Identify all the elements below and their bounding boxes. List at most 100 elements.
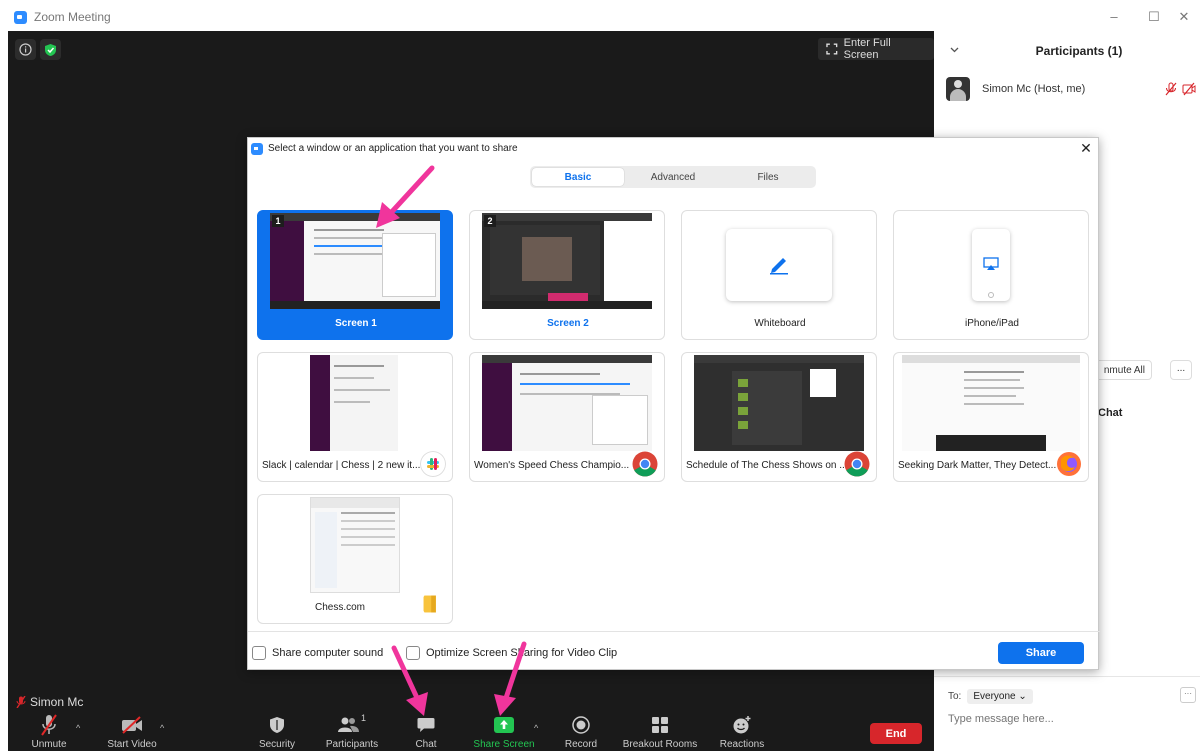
mic-muted-icon[interactable]: [1164, 82, 1178, 96]
enter-full-screen-button[interactable]: Enter Full Screen: [818, 37, 934, 61]
whiteboard-card: [726, 229, 832, 301]
airplay-icon: [983, 257, 999, 270]
share-tile-whiteboard[interactable]: Whiteboard: [681, 210, 877, 340]
share-sound-checkbox[interactable]: [252, 646, 266, 660]
chat-icon: [417, 713, 435, 737]
chrome-1-thumbnail: [482, 355, 652, 451]
reactions-label: Reactions: [719, 739, 765, 750]
pencil-icon: [770, 258, 788, 275]
window-title: Zoom Meeting: [34, 10, 111, 24]
participant-row[interactable]: Simon Mc (Host, me): [946, 77, 1196, 101]
minimize-button[interactable]: –: [1102, 8, 1126, 26]
recipient-select[interactable]: Everyone ⌄: [967, 689, 1033, 704]
end-meeting-button[interactable]: End: [870, 723, 922, 744]
chrome-icon: [844, 451, 870, 477]
meeting-toolbar: Unmute ^ Start Video ^ Security 1 Partic…: [8, 711, 934, 751]
video-off-icon: [120, 713, 144, 737]
chat-message-input[interactable]: [948, 713, 1188, 725]
to-label: To:: [948, 691, 962, 702]
share-tile-explorer[interactable]: Chess.com: [257, 494, 453, 624]
share-tile-screen-2[interactable]: 2 Screen 2: [469, 210, 665, 340]
participants-label: Participants: [325, 739, 379, 750]
start-video-button[interactable]: Start Video: [102, 711, 162, 751]
share-tile-iphone-ipad[interactable]: iPhone/iPad: [893, 210, 1089, 340]
tab-basic[interactable]: Basic: [532, 168, 624, 186]
share-tile-screen-1[interactable]: 1 Screen 1: [257, 210, 453, 340]
start-video-label: Start Video: [107, 739, 157, 750]
title-bar: Zoom Meeting – ☐ ✕: [0, 0, 1200, 31]
chat-title: Chat: [1098, 407, 1123, 419]
unmute-label: Unmute: [31, 739, 67, 750]
record-icon: [572, 713, 590, 737]
name-tag-label: Simon Mc: [30, 695, 84, 709]
explorer-thumbnail: [310, 497, 400, 593]
unmute-button[interactable]: Unmute: [24, 711, 74, 751]
share-screen-label: Share Screen: [473, 739, 535, 750]
breakout-rooms-label: Breakout Rooms: [622, 739, 698, 750]
record-button[interactable]: Record: [560, 711, 602, 751]
chrome-icon: [632, 451, 658, 477]
meeting-info-icon[interactable]: [15, 39, 36, 60]
chat-recipient-row: To: Everyone ⌄: [948, 689, 1033, 704]
video-off-icon[interactable]: [1182, 82, 1196, 96]
screen-number-badge: 1: [272, 215, 284, 227]
share-tile-chrome-1[interactable]: Women's Speed Chess Champio...: [469, 352, 665, 482]
share-options-caret-icon[interactable]: ^: [534, 723, 538, 733]
screen-number-badge: 2: [484, 215, 496, 227]
tile-label: iPhone/iPad: [965, 318, 1019, 329]
tab-advanced[interactable]: Advanced: [627, 168, 719, 186]
optimize-video-checkbox[interactable]: [406, 646, 420, 660]
chat-more-button[interactable]: ···: [1180, 687, 1196, 703]
chat-button[interactable]: Chat: [406, 711, 446, 751]
tab-files[interactable]: Files: [722, 168, 814, 186]
slack-thumbnail: [310, 355, 398, 451]
fullscreen-icon: [826, 43, 838, 55]
zoom-logo-icon: [251, 143, 263, 155]
chat-label: Chat: [415, 739, 437, 750]
fullscreen-label: Enter Full Screen: [843, 37, 891, 61]
participants-button[interactable]: 1 Participants: [321, 711, 383, 751]
tile-label: Screen 2: [547, 318, 589, 329]
collapse-chevron-icon[interactable]: [950, 47, 959, 53]
record-label: Record: [564, 739, 598, 750]
tile-label: Screen 1: [335, 318, 377, 329]
chat-divider: [934, 676, 1200, 677]
audio-options-caret-icon[interactable]: ^: [76, 723, 80, 733]
participants-count: 1: [360, 713, 366, 723]
optimize-video-label: Optimize Screen Sharing for Video Clip: [426, 647, 618, 659]
tile-label: Whiteboard: [754, 318, 806, 329]
phone-card: [972, 229, 1010, 301]
encryption-shield-icon[interactable]: [40, 39, 61, 60]
share-sound-option[interactable]: Share computer sound: [252, 646, 383, 660]
panel-title: Participants (1): [1035, 44, 1123, 58]
participant-name: Simon Mc (Host, me): [982, 83, 1086, 95]
avatar: [946, 77, 970, 101]
share-button[interactable]: Share: [998, 642, 1084, 664]
firefox-icon: [1057, 452, 1081, 476]
share-screen-icon: [493, 713, 515, 737]
security-button[interactable]: Security: [252, 711, 302, 751]
reactions-button[interactable]: Reactions: [714, 711, 770, 751]
chrome-2-thumbnail: [694, 355, 864, 451]
share-tile-slack[interactable]: Slack | calendar | Chess | 2 new it...: [257, 352, 453, 482]
close-window-button[interactable]: ✕: [1172, 8, 1196, 26]
slack-icon: [420, 451, 446, 477]
zoom-logo-icon: [14, 11, 27, 24]
share-screen-button[interactable]: Share Screen: [470, 711, 538, 751]
more-options-button[interactable]: ...: [1170, 360, 1192, 380]
share-tile-chrome-2[interactable]: Schedule of The Chess Shows on ...: [681, 352, 877, 482]
reactions-icon: [732, 713, 752, 737]
share-tile-firefox[interactable]: Seeking Dark Matter, They Detect...: [893, 352, 1089, 482]
unmute-all-button[interactable]: nmute All: [1090, 360, 1152, 380]
video-options-caret-icon[interactable]: ^: [160, 723, 164, 733]
share-screen-dialog: Select a window or an application that y…: [247, 137, 1100, 670]
share-tabs: Basic Advanced Files: [530, 166, 816, 188]
breakout-rooms-icon: [651, 713, 669, 737]
breakout-rooms-button[interactable]: Breakout Rooms: [620, 711, 700, 751]
participants-icon: 1: [337, 713, 366, 737]
close-dialog-button[interactable]: ✕: [1078, 140, 1094, 156]
optimize-video-option[interactable]: Optimize Screen Sharing for Video Clip: [406, 646, 617, 660]
shield-icon: [269, 713, 285, 737]
dialog-title: Select a window or an application that y…: [268, 143, 518, 154]
maximize-button[interactable]: ☐: [1142, 8, 1166, 26]
